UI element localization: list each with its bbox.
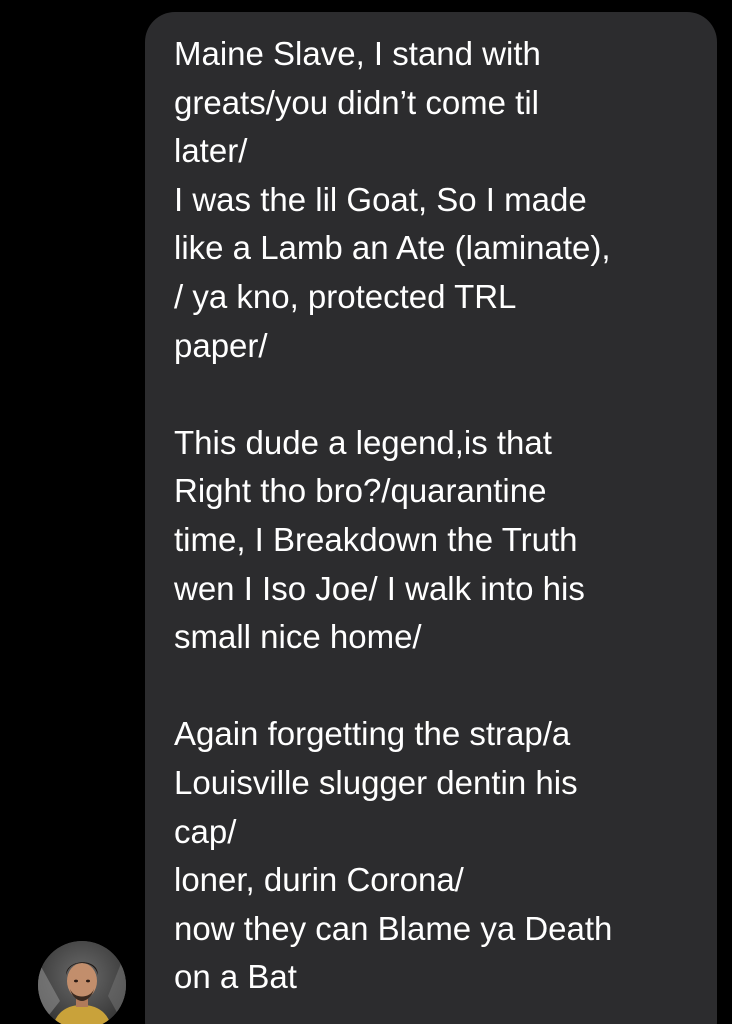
message-bubble[interactable]: Maine Slave, I stand with greats/you did…	[145, 12, 717, 1024]
sender-avatar-icon[interactable]	[38, 941, 126, 1024]
message-text: Maine Slave, I stand with greats/you did…	[174, 35, 613, 996]
user-photo-avatar-icon	[38, 941, 126, 1024]
chat-screen: Maine Slave, I stand with greats/you did…	[0, 0, 732, 1024]
